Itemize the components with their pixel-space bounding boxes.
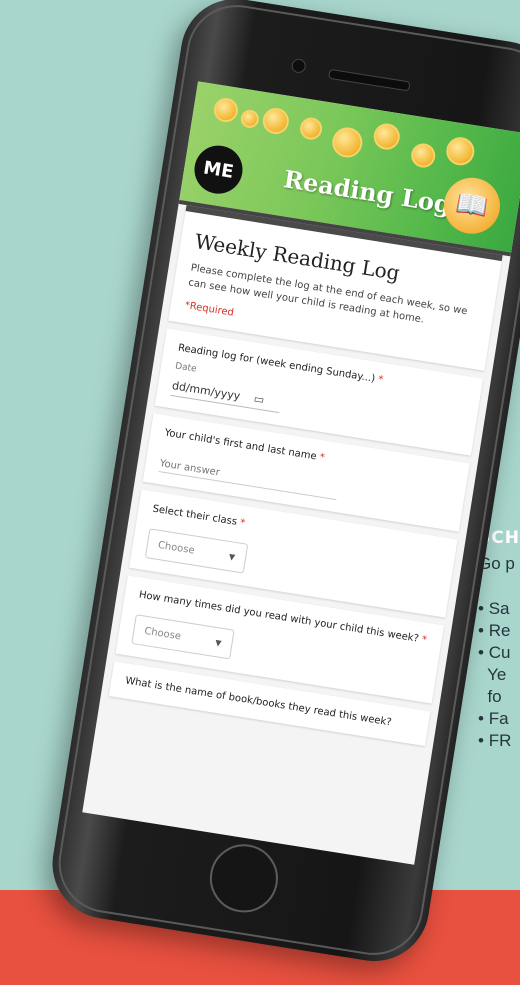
phone-body: ME Reading Log 📖 Weekly Reading Log Plea… — [44, 0, 520, 969]
chevron-down-icon: ▼ — [214, 637, 223, 648]
select-value: Choose — [157, 539, 196, 557]
logo: ME — [191, 142, 246, 198]
coin-icon — [444, 135, 477, 168]
phone-screen: ME Reading Log 📖 Weekly Reading Log Plea… — [82, 81, 520, 865]
coin-icon — [239, 108, 261, 130]
coin-icon — [260, 106, 291, 136]
book-icon: 📖 — [439, 173, 504, 238]
speaker-grille — [328, 68, 411, 92]
calendar-icon[interactable]: ▭ — [253, 392, 265, 406]
date-value: dd/mm/yyyy — [171, 379, 242, 403]
coin-icon — [371, 121, 402, 152]
coin-icon — [212, 96, 240, 124]
select-value: Choose — [143, 625, 182, 642]
camera-icon — [290, 57, 307, 74]
phone-mockup: ME Reading Log 📖 Weekly Reading Log Plea… — [0, 0, 520, 985]
class-select[interactable]: Choose ▼ — [144, 528, 249, 574]
banner-title: Reading Log — [281, 164, 454, 220]
coin-icon — [409, 141, 437, 170]
coin-icon — [330, 125, 365, 160]
times-select[interactable]: Choose ▼ — [131, 614, 235, 660]
coin-icon — [298, 116, 324, 142]
chevron-down-icon: ▼ — [228, 551, 236, 562]
name-input[interactable] — [158, 456, 339, 501]
home-button[interactable] — [205, 839, 283, 918]
